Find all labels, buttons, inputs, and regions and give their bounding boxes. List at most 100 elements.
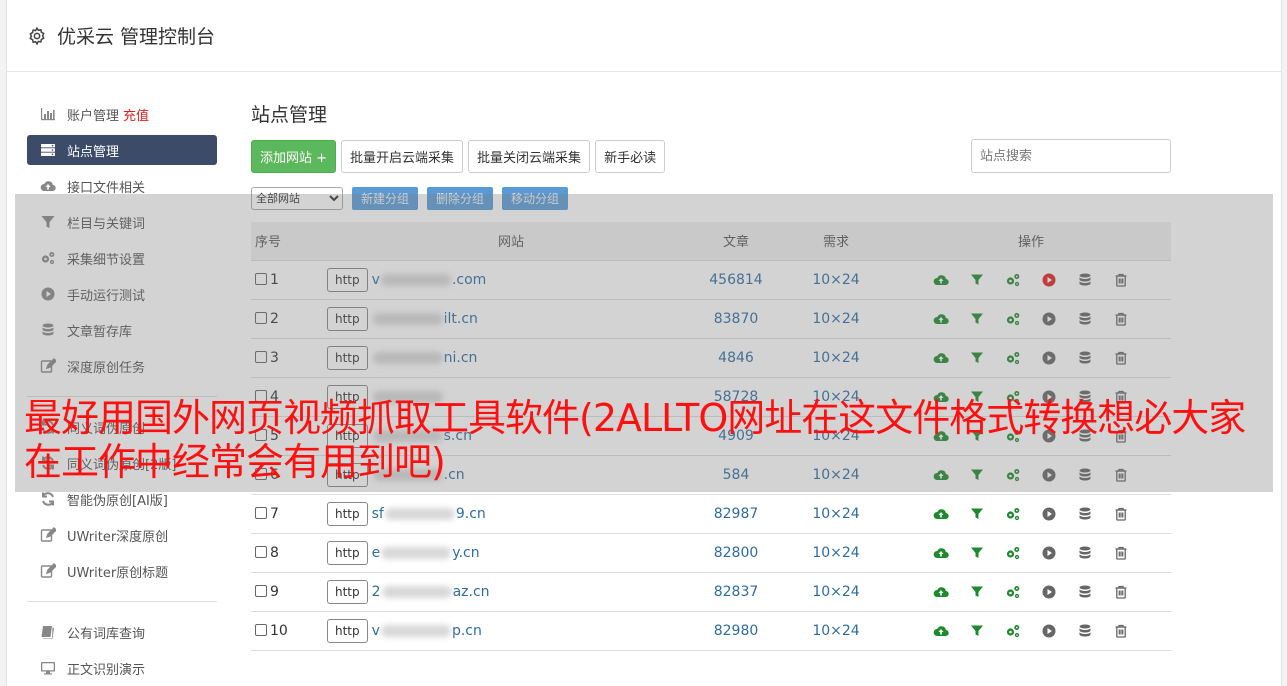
sidebar-item-items-7[interactable]: 深度原创任务 [27,348,217,384]
site-url-prefix[interactable]: 2 [372,584,381,600]
new-group-button[interactable]: 新建分组 [352,186,419,210]
sidebar-item-items-1[interactable]: 站点管理 [27,135,217,165]
cloud-upload-icon[interactable] [933,506,949,522]
gears-icon[interactable] [1005,389,1021,405]
sidebar-item-items2-1[interactable]: 同义词伪原创[2版] [27,445,217,481]
site-url-prefix[interactable]: sf [372,506,384,522]
cloud-upload-icon[interactable] [933,311,949,327]
sidebar-item-items2-2[interactable]: 智能伪原创[AI版] [27,481,217,517]
cloud-upload-icon[interactable] [933,623,949,639]
play-icon[interactable] [1041,623,1057,639]
article-count[interactable]: 82837 [691,572,781,612]
site-url-suffix[interactable]: 9.cn [456,506,486,522]
gears-icon[interactable] [1005,545,1021,561]
row-checkbox[interactable] [255,389,267,402]
need-value[interactable]: 10×24 [781,338,891,378]
protocol-badge[interactable]: http [327,618,368,643]
trash-icon[interactable] [1113,506,1129,522]
site-url-suffix[interactable]: p.cn [452,623,482,639]
batch-disable-cloud-button[interactable]: 批量关闭云端采集 [468,139,591,173]
gears-icon[interactable] [1005,623,1021,639]
need-value[interactable]: 10×24 [781,455,891,495]
trash-icon[interactable] [1113,467,1129,483]
play-icon[interactable] [1041,272,1057,288]
trash-icon[interactable] [1113,311,1129,327]
filter-icon[interactable] [969,311,985,327]
filter-icon[interactable] [969,467,985,483]
row-checkbox[interactable] [255,467,267,480]
row-checkbox[interactable] [255,350,267,363]
protocol-badge[interactable]: http [327,462,368,487]
filter-icon[interactable] [969,623,985,639]
trash-icon[interactable] [1113,428,1129,444]
database-icon[interactable] [1077,428,1093,444]
site-url-suffix[interactable]: y.cn [452,545,479,561]
row-checkbox[interactable] [255,428,267,441]
site-url-suffix[interactable]: az.cn [453,584,490,600]
cloud-upload-icon[interactable] [933,272,949,288]
sidebar-item-items2-3[interactable]: UWriter深度原创 [27,517,217,553]
need-value[interactable]: 10×24 [781,377,891,417]
delete-group-button[interactable]: 删除分组 [427,186,494,210]
cloud-upload-icon[interactable] [933,389,949,405]
protocol-badge[interactable]: http [327,306,368,331]
need-value[interactable]: 10×24 [781,572,891,612]
batch-enable-cloud-button[interactable]: 批量开启云端采集 [341,139,464,173]
sidebar-item-items3-1[interactable]: 正文识别演示 [27,650,217,686]
cloud-upload-icon[interactable] [933,545,949,561]
gears-icon[interactable] [1005,350,1021,366]
row-checkbox[interactable] [255,584,267,597]
play-icon[interactable] [1041,506,1057,522]
play-icon[interactable] [1041,428,1057,444]
trash-icon[interactable] [1113,623,1129,639]
trash-icon[interactable] [1113,545,1129,561]
database-icon[interactable] [1077,506,1093,522]
article-count[interactable]: 82980 [691,611,781,651]
article-count[interactable]: 83870 [691,299,781,339]
database-icon[interactable] [1077,545,1093,561]
sidebar-item-items3-0[interactable]: 公有词库查询 [27,614,217,650]
filter-icon[interactable] [969,506,985,522]
play-icon[interactable] [1041,389,1057,405]
site-url-suffix[interactable]: s.cn [444,428,472,444]
article-count[interactable]: 4909 [691,416,781,456]
add-site-button[interactable]: 添加网站 + [251,139,337,173]
group-select[interactable]: 全部网站 [251,186,343,210]
beginner-guide-button[interactable]: 新手必读 [595,139,666,173]
filter-icon[interactable] [969,389,985,405]
trash-icon[interactable] [1113,272,1129,288]
article-count[interactable]: 4846 [691,338,781,378]
cloud-upload-icon[interactable] [933,467,949,483]
filter-icon[interactable] [969,545,985,561]
protocol-badge[interactable]: http [327,267,368,292]
site-url-suffix[interactable]: ilt.cn [444,311,478,327]
protocol-badge[interactable]: http [327,384,368,409]
need-value[interactable]: 10×24 [781,494,891,534]
article-count[interactable]: 584 [691,455,781,495]
sidebar-item-items-6[interactable]: 文章暂存库 [27,312,217,348]
database-icon[interactable] [1077,350,1093,366]
article-count[interactable]: 82987 [691,494,781,534]
row-checkbox[interactable] [255,545,267,558]
sidebar-item-items-3[interactable]: 栏目与关键词 [27,204,217,240]
filter-icon[interactable] [969,272,985,288]
site-url-suffix[interactable]: ni.cn [444,350,478,366]
site-url-prefix[interactable]: v [372,623,380,639]
sidebar-item-items-0[interactable]: 账户管理 充值 [27,96,217,132]
play-icon[interactable] [1041,467,1057,483]
database-icon[interactable] [1077,272,1093,288]
cloud-upload-icon[interactable] [933,584,949,600]
article-count[interactable]: 82800 [691,533,781,573]
play-icon[interactable] [1041,350,1057,366]
filter-icon[interactable] [969,350,985,366]
protocol-badge[interactable]: http [327,345,368,370]
site-url-prefix[interactable]: v [372,272,380,288]
need-value[interactable]: 10×24 [781,611,891,651]
trash-icon[interactable] [1113,389,1129,405]
gears-icon[interactable] [1005,311,1021,327]
need-value[interactable]: 10×24 [781,416,891,456]
gears-icon[interactable] [1005,506,1021,522]
site-url-suffix[interactable]: .com [452,272,486,288]
protocol-badge[interactable]: http [327,501,368,526]
database-icon[interactable] [1077,467,1093,483]
